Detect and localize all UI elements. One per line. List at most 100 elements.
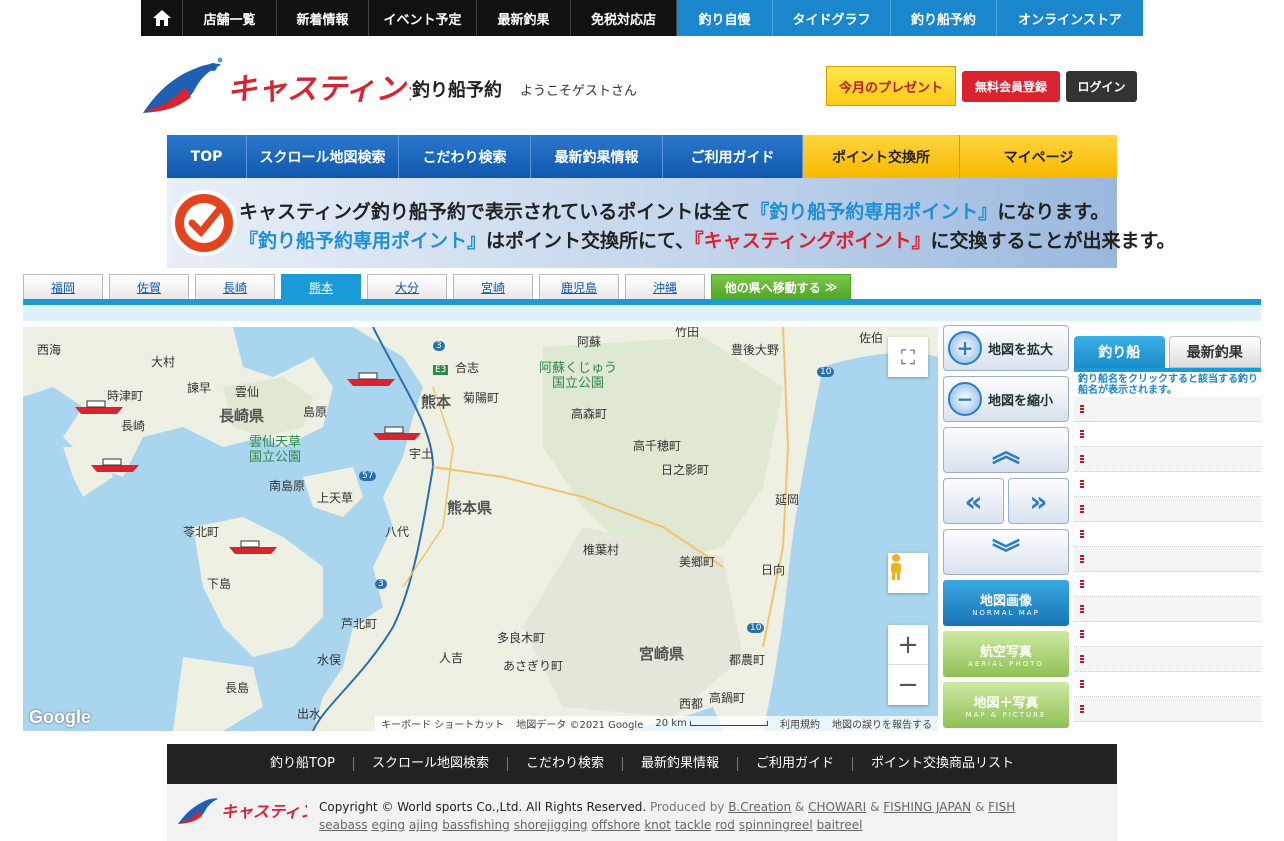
report-error-link[interactable]: 地図の誤りを報告する [832,716,932,731]
route-10-shield: 10 [817,367,835,377]
topbar-catch-brag[interactable]: 釣り自慢 [677,0,773,36]
boat-list-item[interactable] [1074,422,1261,447]
pan-up-button[interactable]: ︽ [943,427,1069,473]
boat-list-item[interactable] [1074,472,1261,497]
zoom-out-button[interactable]: − 地図を縮小 [943,376,1069,422]
welcome-text: ようこそゲストさん [520,84,638,99]
footer-tag-link[interactable]: ajing [409,818,438,832]
boat-marker-icon[interactable] [89,457,141,473]
boat-list-item[interactable] [1074,547,1261,572]
boat-list-item[interactable] [1074,597,1261,622]
boat-marker-icon[interactable] [371,425,423,441]
footer-link-detailed-search[interactable]: こだわり検索 [508,757,623,771]
footer-tag-link[interactable]: rod [715,818,735,832]
tab-fishing-boats[interactable]: 釣り船 [1074,336,1165,368]
pan-left-button[interactable]: « [943,478,1004,524]
tab-fukuoka[interactable]: 福岡 [23,274,103,299]
topbar-latest-catch[interactable]: 最新釣果 [477,0,571,36]
map-label-kumamoto-pref: 熊本県 [447,499,493,517]
topbar-tide-graph[interactable]: タイドグラフ [773,0,891,36]
footer-tag-link[interactable]: tackle [675,818,711,832]
boat-list-item[interactable] [1074,447,1261,472]
link-fishing-japan[interactable]: FISHING JAPAN [883,800,971,814]
home-icon[interactable] [141,0,183,36]
tab-latest-results[interactable]: 最新釣果 [1168,336,1261,368]
footer-tag-link[interactable]: offshore [591,818,640,832]
nav-user-guide[interactable]: ご利用ガイド [663,135,803,178]
map-type-normal-button[interactable]: 地図画像 NORMAL MAP [943,580,1069,626]
map-label-aso: 阿蘇 [577,335,602,349]
casting-logo[interactable]: キャスティング [141,55,440,117]
footer-tag-link[interactable]: seabass [319,818,367,832]
route-3-shield-south: 3 [375,579,387,589]
footer-tag-link[interactable]: knot [644,818,671,832]
footer-casting-logo[interactable]: キャスティング [177,794,335,826]
map-zoom-in-button[interactable]: + [888,625,928,665]
map-label-hitoyoshi: 人吉 [439,651,464,665]
boat-marker-icon[interactable] [227,539,279,555]
nav-scroll-map-search[interactable]: スクロール地図検索 [247,135,399,178]
nav-latest-catch-info[interactable]: 最新釣果情報 [531,135,663,178]
login-button[interactable]: ログイン [1066,71,1137,102]
map-type-aerial-button[interactable]: 航空写真 AERIAL PHOTO [943,631,1069,677]
footer-link-guide[interactable]: ご利用ガイド [738,757,854,771]
boat-list-item[interactable] [1074,397,1261,422]
link-chowari[interactable]: CHOWARI [808,800,866,814]
boat-list-item[interactable] [1074,697,1261,722]
magnify-minus-icon: − [948,382,982,416]
tab-kagoshima[interactable]: 鹿児島 [539,274,619,299]
tab-saga[interactable]: 佐賀 [109,274,189,299]
tab-oita[interactable]: 大分 [367,274,447,299]
topbar-online-store[interactable]: オンラインストア [997,0,1143,36]
fullscreen-icon[interactable]: ⛶ [888,337,928,377]
topbar-boat-reservation[interactable]: 釣り船予約 [891,0,997,36]
footer-tag-link[interactable]: spinningreel [739,818,813,832]
boat-list-item[interactable] [1074,622,1261,647]
register-button[interactable]: 無料会員登録 [962,71,1060,102]
footer-tag-link[interactable]: eging [371,818,405,832]
nav-detailed-search[interactable]: こだわり検索 [399,135,531,178]
footer-link-latest-catch[interactable]: 最新釣果情報 [623,757,739,771]
link-b-creation[interactable]: B.Creation [728,800,791,814]
boat-list-item[interactable] [1074,647,1261,672]
footer-tag-link[interactable]: baitreel [817,818,863,832]
keyboard-shortcuts-link[interactable]: キーボード ショートカット [381,716,504,731]
topbar-taxfree[interactable]: 免税対応店 [571,0,677,36]
boat-marker-icon[interactable] [345,371,397,387]
boat-list-item[interactable] [1074,672,1261,697]
boat-list-item[interactable] [1074,572,1261,597]
map-label-aso-park: 阿蘇くじゅう 国立公園 [539,361,618,391]
map-zoom-out-button[interactable]: − [888,665,928,705]
map-type-both-button[interactable]: 地図＋写真 MAP & PICTURE [943,682,1069,728]
pan-right-button[interactable]: » [1008,478,1069,524]
tab-other-prefecture[interactable]: 他の県へ移動する ≫ [711,274,851,299]
tab-okinawa[interactable]: 沖縄 [625,274,705,299]
pegman-icon[interactable] [888,553,928,593]
tab-nagasaki[interactable]: 長崎 [195,274,275,299]
map-attribution: キーボード ショートカット 地図データ ©2021 Google 20 km 利… [375,716,938,731]
topbar-news[interactable]: 新着情報 [277,0,369,36]
nav-my-page[interactable]: マイページ [960,135,1117,178]
footer-tag-link[interactable]: shorejigging [514,818,588,832]
footer-link-point-items[interactable]: ポイント交換商品リスト [853,757,1032,771]
tab-miyazaki[interactable]: 宮崎 [453,274,533,299]
boat-list-item[interactable] [1074,497,1261,522]
google-map[interactable]: 西海 大村 時津町 諫早 雲仙 長崎 長崎県 島原 雲仙天草 国立公園 南島原 … [23,327,938,731]
link-fish[interactable]: FISH [988,800,1015,814]
pan-down-button[interactable]: ︾ [943,529,1069,575]
boat-list-item[interactable] [1074,522,1261,547]
boat-marker-icon[interactable] [73,399,125,415]
footer-link-boat-top[interactable]: 釣り船TOP [252,757,354,771]
zoom-in-button[interactable]: + 地図を拡大 [943,325,1069,371]
topbar-store-list[interactable]: 店舗一覧 [183,0,277,36]
topbar-events[interactable]: イベント予定 [369,0,477,36]
nav-point-exchange[interactable]: ポイント交換所 [803,135,960,178]
terms-link[interactable]: 利用規約 [780,716,820,731]
tab-kumamoto[interactable]: 熊本 [281,274,361,299]
nav-top[interactable]: TOP [167,135,247,178]
monthly-present-banner[interactable]: 今月のプレゼント [826,66,956,106]
footer-tag-link[interactable]: bassfishing [442,818,509,832]
points-banner[interactable]: キャスティング釣り船予約で表示されているポイントは全て『釣り船予約専用ポイント』… [167,178,1176,268]
tab-strip [23,305,1261,321]
footer-link-scroll-map[interactable]: スクロール地図検索 [354,757,508,771]
